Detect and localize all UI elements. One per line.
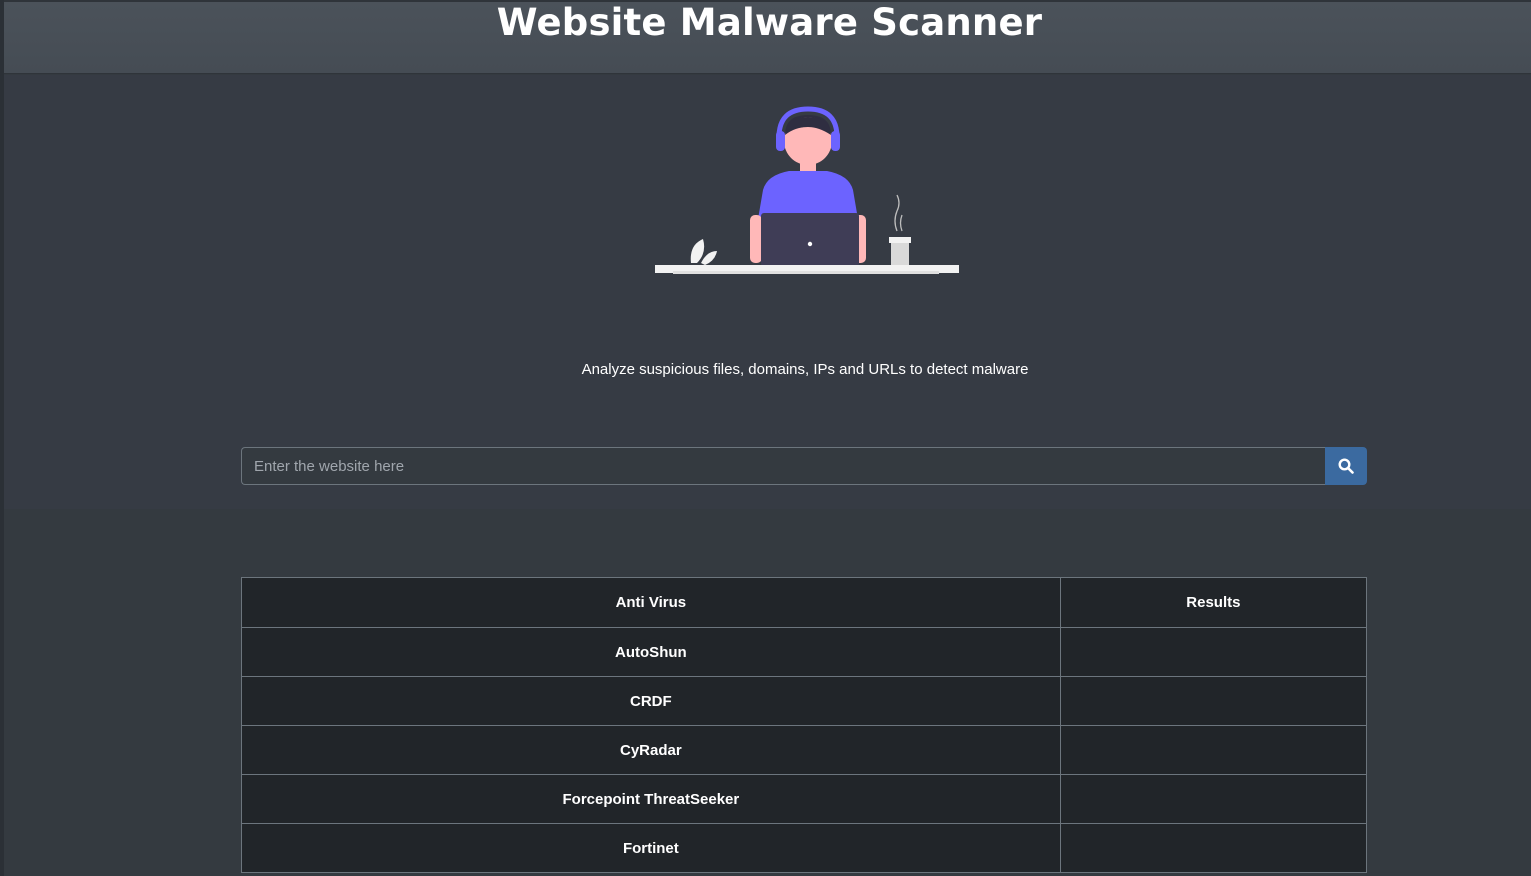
header-bar: Website Malware Scanner bbox=[4, 0, 1531, 74]
table-row: AutoShun bbox=[241, 627, 1368, 677]
table-row: Fortinet bbox=[241, 823, 1368, 873]
page-title: Website Malware Scanner bbox=[496, 1, 1043, 44]
table-row: Forcepoint ThreatSeeker bbox=[241, 774, 1368, 824]
scan-results-table: Anti Virus Results AutoShun CRDF CyRadar… bbox=[241, 577, 1368, 873]
search-button[interactable] bbox=[1325, 447, 1367, 485]
table-row: CRDF bbox=[241, 676, 1368, 726]
antivirus-name: Forcepoint ThreatSeeker bbox=[241, 774, 1061, 824]
column-header-results: Results bbox=[1059, 577, 1368, 628]
search-icon bbox=[1338, 458, 1354, 474]
hero-section: Analyze suspicious files, domains, IPs a… bbox=[4, 75, 1531, 509]
table-header-row: Anti Virus Results bbox=[241, 577, 1368, 628]
column-header-anti-virus: Anti Virus bbox=[241, 577, 1061, 628]
scan-result bbox=[1059, 823, 1368, 873]
search-bar bbox=[241, 447, 1367, 485]
person-at-laptop-illustration bbox=[655, 106, 959, 274]
page: Website Malware Scanner Analyze suspicio… bbox=[0, 0, 1531, 876]
website-search-input[interactable] bbox=[241, 447, 1325, 485]
scan-result bbox=[1059, 627, 1368, 677]
antivirus-name: AutoShun bbox=[241, 627, 1061, 677]
antivirus-name: CRDF bbox=[241, 676, 1061, 726]
table-row: CyRadar bbox=[241, 725, 1368, 775]
antivirus-name: CyRadar bbox=[241, 725, 1061, 775]
tagline: Analyze suspicious files, domains, IPs a… bbox=[581, 361, 1029, 378]
scan-result bbox=[1059, 676, 1368, 726]
scan-result bbox=[1059, 774, 1368, 824]
antivirus-name: Fortinet bbox=[241, 823, 1061, 873]
scan-result bbox=[1059, 725, 1368, 775]
